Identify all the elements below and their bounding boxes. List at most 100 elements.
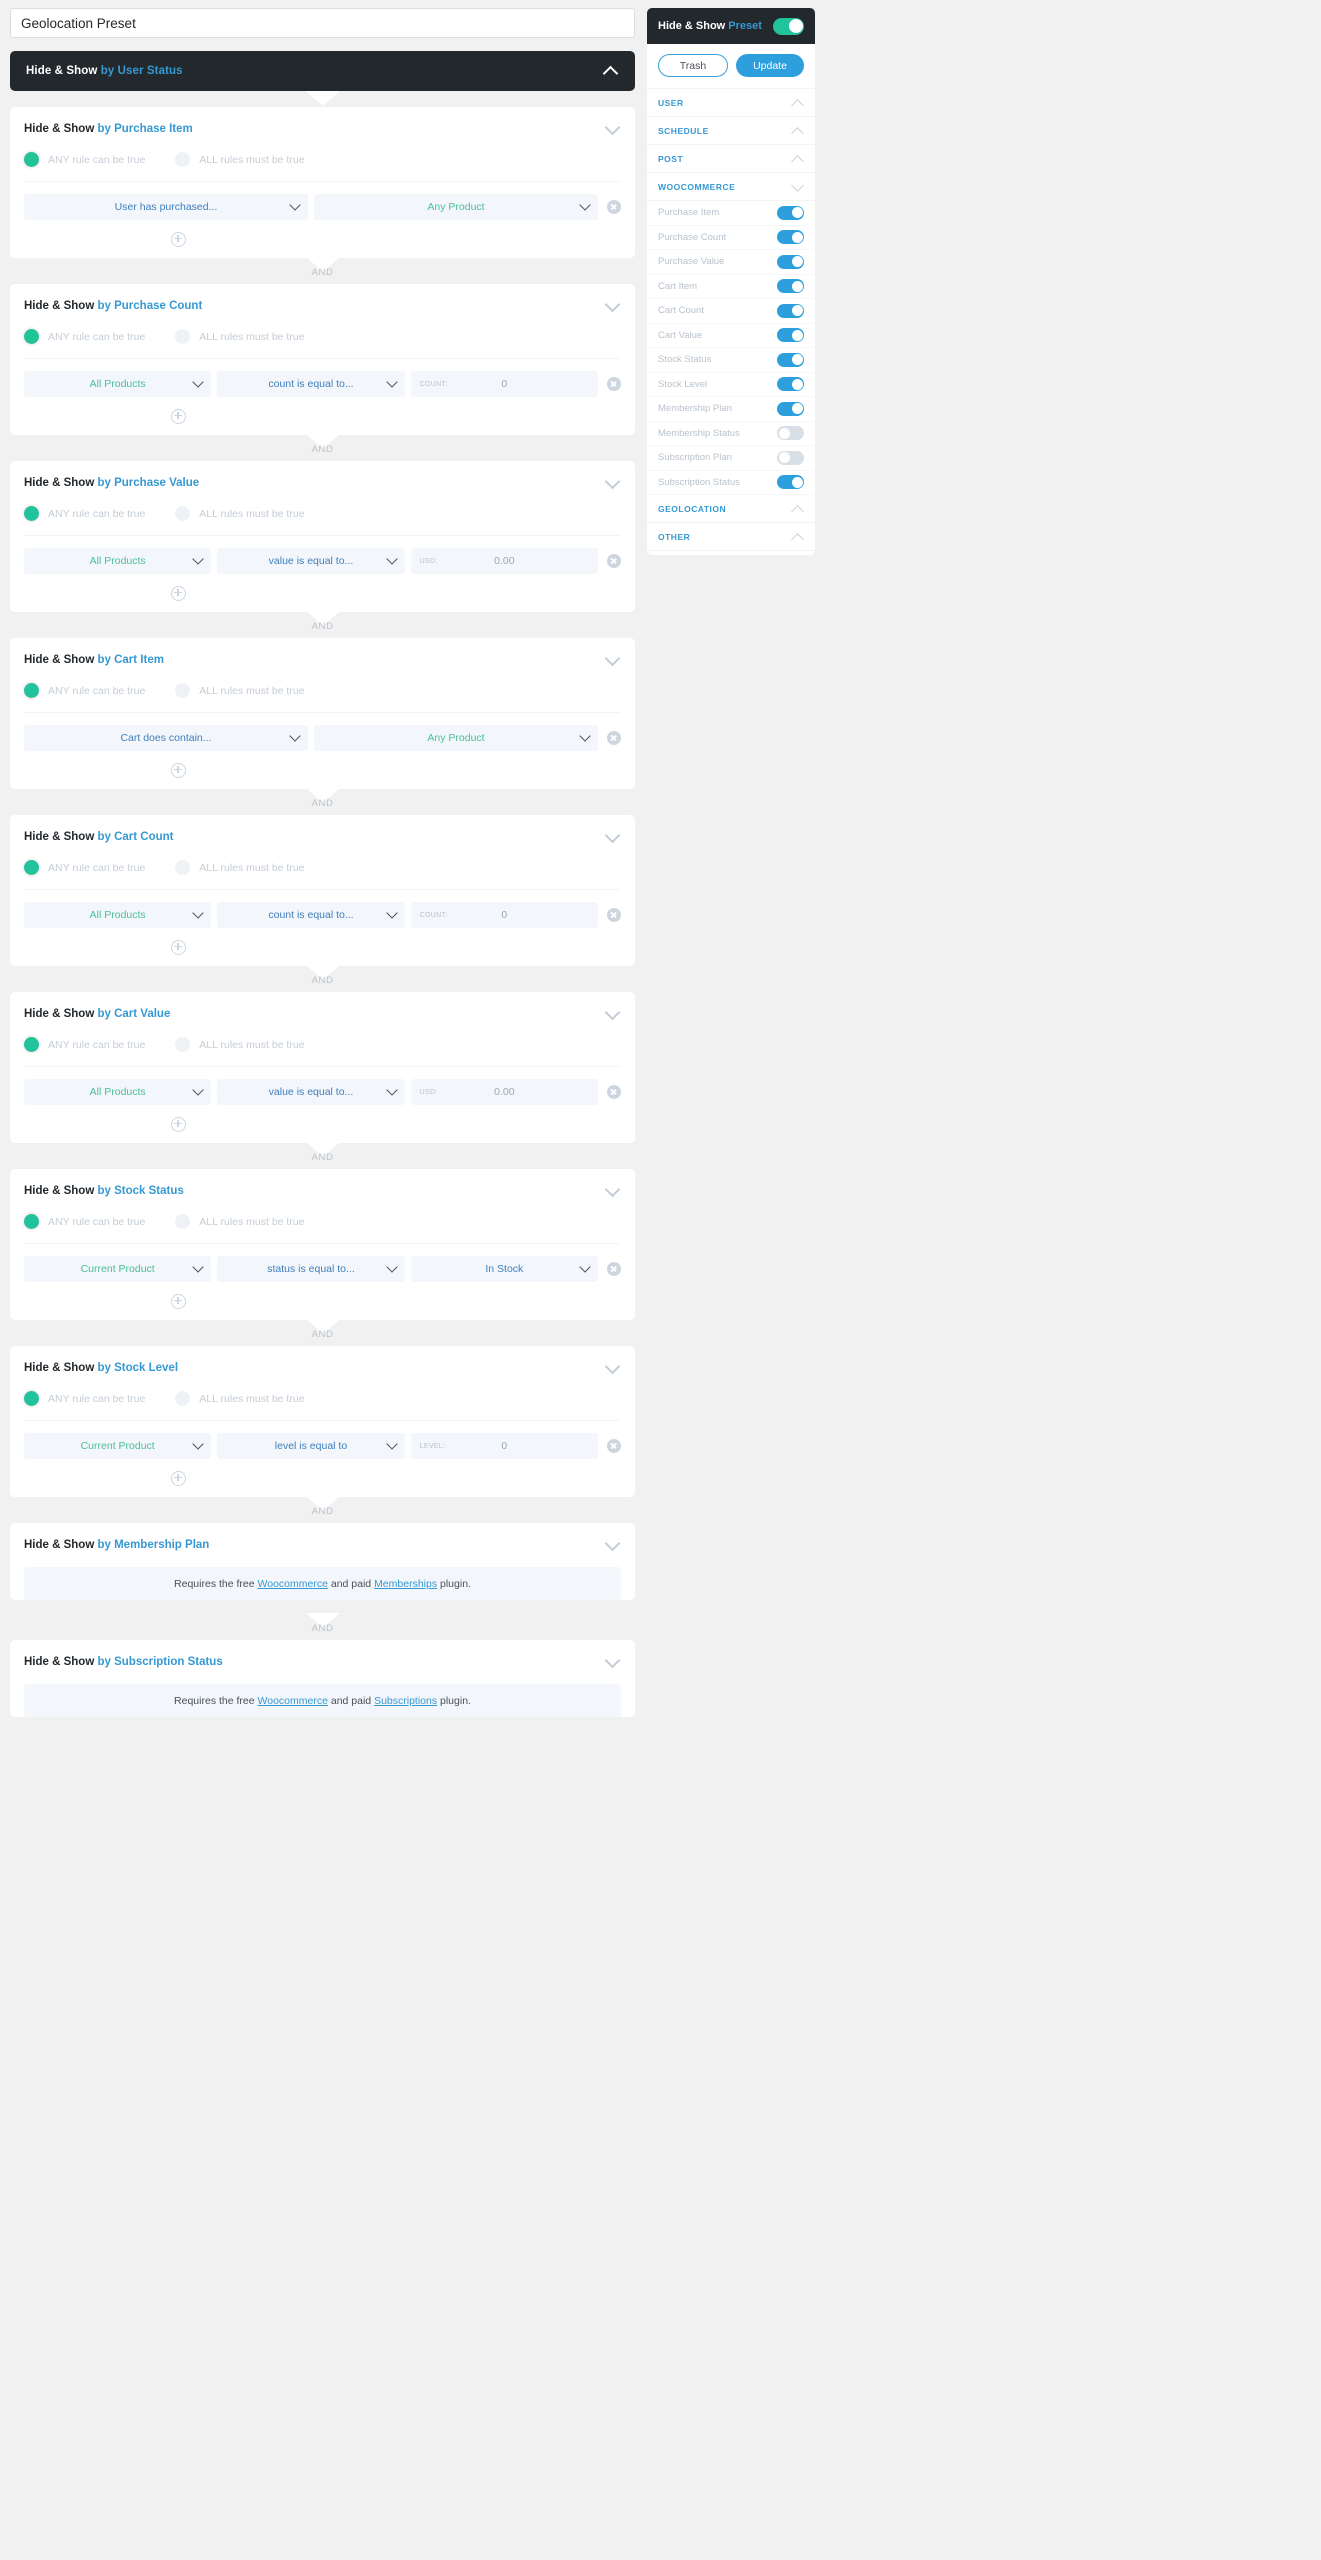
chevron-down-icon[interactable] — [792, 181, 804, 193]
rule-select-source[interactable]: Cart does contain... — [24, 725, 308, 751]
sidebar-toggle[interactable] — [777, 377, 804, 392]
preset-title-input[interactable] — [10, 8, 635, 38]
rule-select-operator[interactable]: status is equal to... — [217, 1256, 405, 1282]
radio-all[interactable] — [175, 329, 191, 344]
rule-select-operator[interactable]: value is equal to... — [217, 1079, 405, 1105]
rule-select-operator[interactable]: Any Product — [314, 194, 598, 220]
rule-select-source[interactable]: All Products — [24, 548, 212, 574]
radio-all[interactable] — [175, 1037, 191, 1052]
chevron-down-icon[interactable] — [605, 298, 621, 314]
rule-select-operator[interactable]: count is equal to... — [217, 371, 405, 397]
remove-rule-icon[interactable] — [607, 731, 621, 745]
user-status-header[interactable]: Hide & Show by User Status — [10, 51, 635, 91]
radio-any[interactable] — [24, 1214, 39, 1229]
chevron-down-icon[interactable] — [605, 1537, 621, 1553]
rule-select-source[interactable]: Current Product — [24, 1433, 212, 1459]
radio-all[interactable] — [175, 1391, 191, 1406]
chevron-up-icon[interactable] — [792, 531, 804, 543]
rule-select-operator[interactable]: value is equal to... — [217, 548, 405, 574]
chevron-down-icon[interactable] — [605, 829, 621, 845]
add-rule-icon[interactable] — [171, 585, 186, 601]
add-rule-icon[interactable] — [171, 408, 186, 424]
add-rule-icon[interactable] — [171, 1293, 186, 1309]
sidebar-toggle[interactable] — [777, 450, 804, 465]
chevron-down-icon[interactable] — [605, 475, 621, 491]
remove-rule-icon[interactable] — [607, 200, 621, 214]
chevron-down-icon[interactable] — [605, 121, 621, 137]
trash-button[interactable]: Trash — [658, 54, 728, 77]
update-button[interactable]: Update — [736, 54, 804, 77]
radio-all[interactable] — [175, 506, 191, 521]
radio-all[interactable] — [175, 683, 191, 698]
rule-select-operator[interactable]: count is equal to... — [217, 902, 405, 928]
plugin-link[interactable]: Subscriptions — [374, 1695, 437, 1707]
remove-rule-icon[interactable] — [606, 554, 621, 568]
add-rule-icon[interactable] — [171, 939, 186, 955]
sidebar-toggle[interactable] — [777, 303, 804, 318]
woocommerce-link[interactable]: Woocommerce — [258, 1578, 328, 1590]
sidebar-toggle[interactable] — [777, 352, 804, 367]
radio-any[interactable] — [24, 329, 39, 344]
chevron-down-icon[interactable] — [605, 1183, 621, 1199]
radio-any[interactable] — [24, 1391, 39, 1406]
rule-value-input[interactable]: LEVEL: 0 — [410, 1433, 598, 1459]
rule-value-input[interactable]: COUNT: 0 — [410, 371, 598, 397]
sidebar-toggle[interactable] — [777, 205, 804, 220]
chevron-up-icon[interactable] — [792, 125, 804, 137]
rule-value-input[interactable]: USD: 0.00 — [410, 1079, 598, 1105]
sidebar-section-geolocation[interactable]: GEOLOCATION — [647, 495, 815, 523]
rule-select-value[interactable]: In Stock — [410, 1256, 598, 1282]
sidebar-section-user[interactable]: USER — [647, 89, 815, 117]
sidebar-toggle[interactable] — [777, 401, 804, 416]
plugin-link[interactable]: Memberships — [374, 1578, 437, 1590]
chevron-down-icon[interactable] — [605, 1006, 621, 1022]
sidebar-toggle[interactable] — [777, 426, 804, 441]
chevron-up-icon[interactable] — [792, 153, 804, 165]
add-rule-icon[interactable] — [171, 231, 186, 247]
woocommerce-link[interactable]: Woocommerce — [258, 1695, 328, 1707]
radio-all[interactable] — [175, 152, 191, 167]
page-layout: Hide & Show by User Status Hide & Show b… — [10, 8, 1311, 1731]
chevron-up-icon[interactable] — [792, 503, 804, 515]
chevron-down-icon[interactable] — [605, 1360, 621, 1376]
sidebar-toggle[interactable] — [777, 254, 804, 269]
chevron-down-icon[interactable] — [605, 1654, 621, 1670]
radio-any[interactable] — [24, 683, 39, 698]
chevron-up-icon[interactable] — [603, 63, 619, 79]
radio-any[interactable] — [24, 1037, 39, 1052]
toggle-knob — [791, 476, 803, 488]
preset-enable-toggle[interactable] — [773, 17, 804, 35]
add-rule-icon[interactable] — [171, 762, 186, 778]
rule-select-operator[interactable]: level is equal to — [217, 1433, 405, 1459]
rule-select-source[interactable]: All Products — [24, 1079, 212, 1105]
radio-all[interactable] — [175, 860, 191, 875]
chevron-up-icon[interactable] — [792, 97, 804, 109]
add-rule-icon[interactable] — [171, 1470, 186, 1486]
sidebar-toggle[interactable] — [777, 475, 804, 490]
sidebar-section-schedule[interactable]: SCHEDULE — [647, 117, 815, 145]
sidebar-section-other[interactable]: OTHER — [647, 523, 815, 551]
remove-rule-icon[interactable] — [606, 377, 621, 391]
radio-all[interactable] — [175, 1214, 191, 1229]
radio-any[interactable] — [24, 860, 39, 875]
radio-any[interactable] — [24, 506, 39, 521]
sidebar-section-post[interactable]: POST — [647, 145, 815, 173]
rule-select-source[interactable]: Current Product — [24, 1256, 212, 1282]
add-rule-icon[interactable] — [171, 1116, 186, 1132]
remove-rule-icon[interactable] — [606, 1085, 621, 1099]
sidebar-section-woocommerce[interactable]: WOOCOMMERCE — [647, 173, 815, 201]
rule-select-operator[interactable]: Any Product — [314, 725, 598, 751]
chevron-down-icon[interactable] — [605, 652, 621, 668]
remove-rule-icon[interactable] — [606, 1439, 621, 1453]
remove-rule-icon[interactable] — [606, 1262, 621, 1276]
rule-select-source[interactable]: All Products — [24, 371, 212, 397]
rule-select-source[interactable]: User has purchased... — [24, 194, 308, 220]
sidebar-toggle[interactable] — [777, 328, 804, 343]
remove-rule-icon[interactable] — [606, 908, 621, 922]
radio-any[interactable] — [24, 152, 39, 167]
rule-value-input[interactable]: USD: 0.00 — [410, 548, 598, 574]
sidebar-toggle[interactable] — [777, 230, 804, 245]
rule-value-input[interactable]: COUNT: 0 — [410, 902, 598, 928]
sidebar-toggle[interactable] — [777, 279, 804, 294]
rule-select-source[interactable]: All Products — [24, 902, 212, 928]
